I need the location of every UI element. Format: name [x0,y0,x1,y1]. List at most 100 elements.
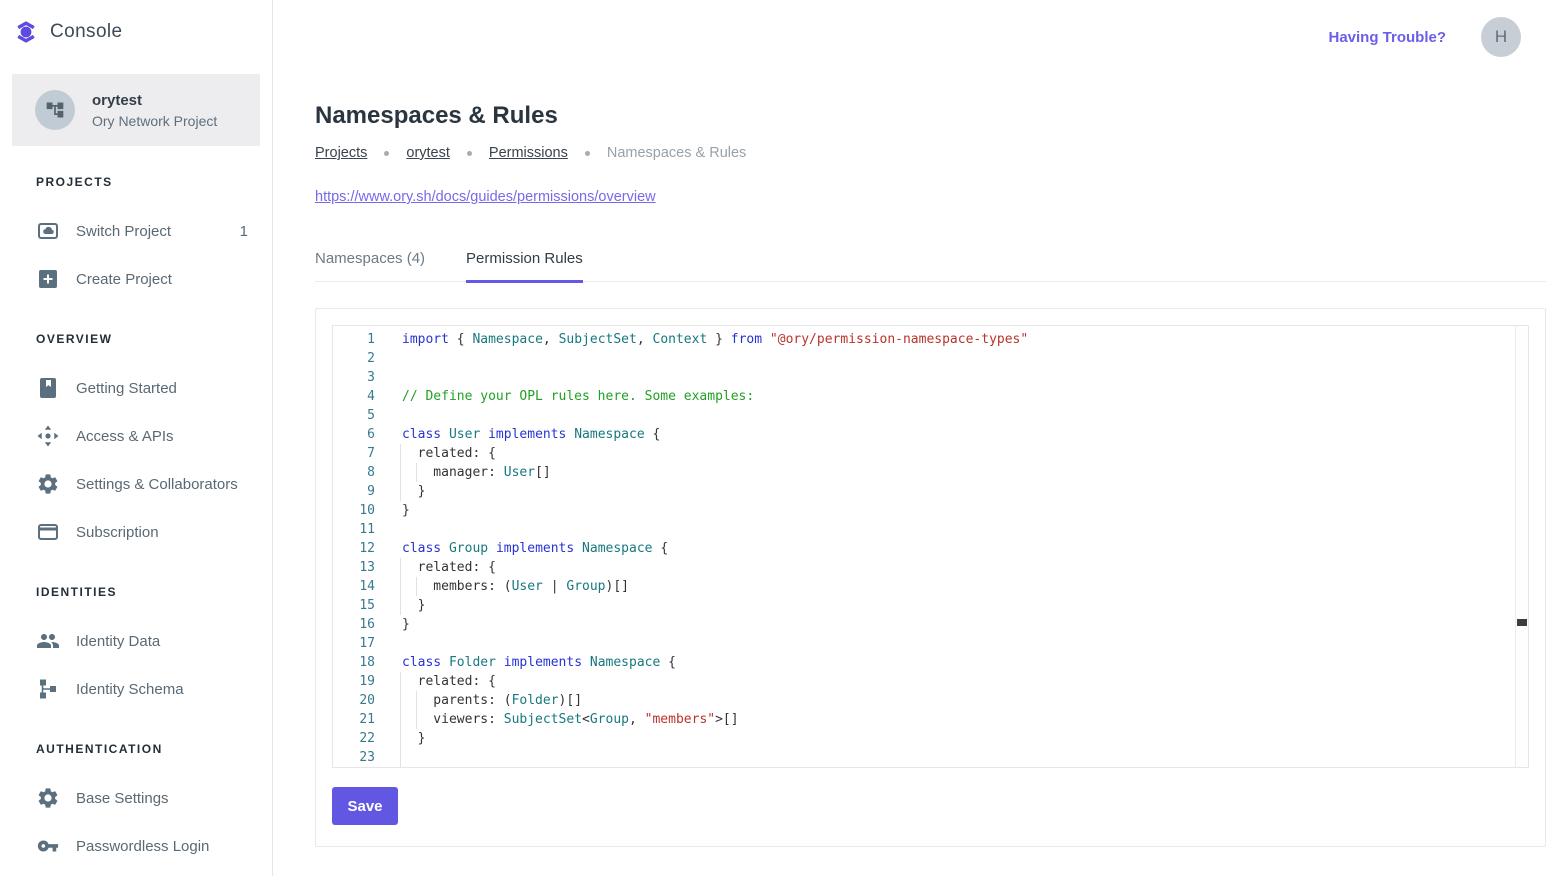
code-line[interactable]: 5 [333,406,1528,425]
code-line[interactable]: 11 [333,520,1528,539]
scrollbar-thumb[interactable] [1517,619,1527,626]
brand: Console [0,0,272,64]
code-line[interactable]: 16} [333,615,1528,634]
sidebar-item-access-apis[interactable]: Access & APIs [0,412,272,460]
breadcrumb-projects[interactable]: Projects [315,145,367,161]
line-number: 9 [333,482,381,501]
line-number: 6 [333,425,381,444]
line-number: 22 [333,729,381,748]
code-line[interactable]: 24 permits = { [333,767,1528,768]
code-text: parents: (Folder)[] [381,691,1528,710]
indent-guide [400,444,401,463]
sidebar-item-label: Getting Started [76,380,177,397]
code-line[interactable]: 13 related: { [333,558,1528,577]
line-number: 23 [333,748,381,767]
code-line[interactable]: 18class Folder implements Namespace { [333,653,1528,672]
indent-guide [416,691,417,710]
sidebar-item-label: Create Project [76,271,172,288]
tab-permission-rules[interactable]: Permission Rules [466,250,583,283]
breadcrumb-orytest[interactable]: orytest [406,145,450,161]
line-number: 10 [333,501,381,520]
sidebar-item-create-project[interactable]: Create Project [0,255,272,303]
code-line[interactable]: 8 manager: User[] [333,463,1528,482]
sidebar: Console orytest Ory Network Project PROJ… [0,0,273,876]
indent-guide [400,710,401,729]
indent-guide [400,577,401,596]
page-title: Namespaces & Rules [315,102,1546,130]
sidebar-item-identity-schema[interactable]: Identity Schema [0,665,272,713]
code-line[interactable]: 9 } [333,482,1528,501]
code-text: } [381,501,1528,520]
project-name: orytest [92,92,217,109]
editor-scrollbar[interactable] [1515,326,1528,767]
line-number: 3 [333,368,381,387]
code-line[interactable]: 6class User implements Namespace { [333,425,1528,444]
code-line[interactable]: 21 viewers: SubjectSet<Group, "members">… [333,710,1528,729]
code-line[interactable]: 20 parents: (Folder)[] [333,691,1528,710]
code-line[interactable]: 17 [333,634,1528,653]
switch-project-icon [36,219,60,243]
project-count-badge: 1 [240,223,248,240]
sidebar-item-settings-collaborators[interactable]: Settings & Collaborators [0,460,272,508]
code-line[interactable]: 15 } [333,596,1528,615]
sidebar-item-identity-data[interactable]: Identity Data [0,617,272,665]
line-number: 4 [333,387,381,406]
having-trouble-link[interactable]: Having Trouble? [1328,29,1446,46]
tab-namespaces-4-[interactable]: Namespaces (4) [315,250,425,283]
sidebar-item-label: Access & APIs [76,428,174,445]
code-text [381,748,1528,767]
code-line[interactable]: 12class Group implements Namespace { [333,539,1528,558]
line-number: 17 [333,634,381,653]
line-number: 21 [333,710,381,729]
sidebar-item-switch-project[interactable]: Switch Project1 [0,207,272,255]
indent-guide [400,691,401,710]
code-line[interactable]: 23 [333,748,1528,767]
code-text: class Folder implements Namespace { [381,653,1528,672]
indent-guide [400,596,401,615]
sidebar-item-label: Settings & Collaborators [76,476,238,493]
indent-guide [400,748,401,767]
avatar[interactable]: H [1481,17,1521,57]
code-line[interactable]: 22 } [333,729,1528,748]
indent-guide [400,729,401,748]
sidebar-item-getting-started[interactable]: Getting Started [0,364,272,412]
breadcrumb: ProjectsorytestPermissionsNamespaces & R… [315,145,1546,161]
sidebar-item-base-settings[interactable]: Base Settings [0,774,272,822]
project-card[interactable]: orytest Ory Network Project [12,74,260,146]
code-line[interactable]: 3 [333,368,1528,387]
breadcrumb-permissions[interactable]: Permissions [489,145,568,161]
save-button[interactable]: Save [332,787,398,825]
sidebar-item-subscription[interactable]: Subscription [0,508,272,556]
code-line[interactable]: 14 members: (User | Group)[] [333,577,1528,596]
code-line[interactable]: 19 related: { [333,672,1528,691]
indent-guide [400,672,401,691]
docs-link[interactable]: https://www.ory.sh/docs/guides/permissio… [315,189,656,205]
tabs: Namespaces (4) Permission Rules [315,250,1546,282]
indent-guide [400,463,401,482]
main-area: Having Trouble? H Namespaces & Rules Pro… [273,0,1556,876]
code-line[interactable]: 1import { Namespace, SubjectSet, Context… [333,330,1528,349]
line-number: 2 [333,349,381,368]
code-text: class Group implements Namespace { [381,539,1528,558]
code-text: import { Namespace, SubjectSet, Context … [381,330,1528,349]
sidebar-section-title: PROJECTS [36,175,272,189]
code-line[interactable]: 2 [333,349,1528,368]
code-editor[interactable]: 1import { Namespace, SubjectSet, Context… [332,325,1529,768]
code-text: related: { [381,558,1528,577]
code-text [381,520,1528,539]
indent-guide [400,767,401,768]
indent-guide [416,710,417,729]
rules-card: 1import { Namespace, SubjectSet, Context… [315,308,1546,847]
code-line[interactable]: 4// Define your OPL rules here. Some exa… [333,387,1528,406]
line-number: 16 [333,615,381,634]
code-line[interactable]: 10} [333,501,1528,520]
code-text [381,368,1528,387]
schema-icon [36,677,60,701]
code-text [381,634,1528,653]
sidebar-item-label: Passwordless Login [76,838,209,855]
code-text: related: { [381,444,1528,463]
code-text: viewers: SubjectSet<Group, "members">[] [381,710,1528,729]
code-line[interactable]: 7 related: { [333,444,1528,463]
code-text: manager: User[] [381,463,1528,482]
sidebar-item-passwordless-login[interactable]: Passwordless Login [0,822,272,870]
